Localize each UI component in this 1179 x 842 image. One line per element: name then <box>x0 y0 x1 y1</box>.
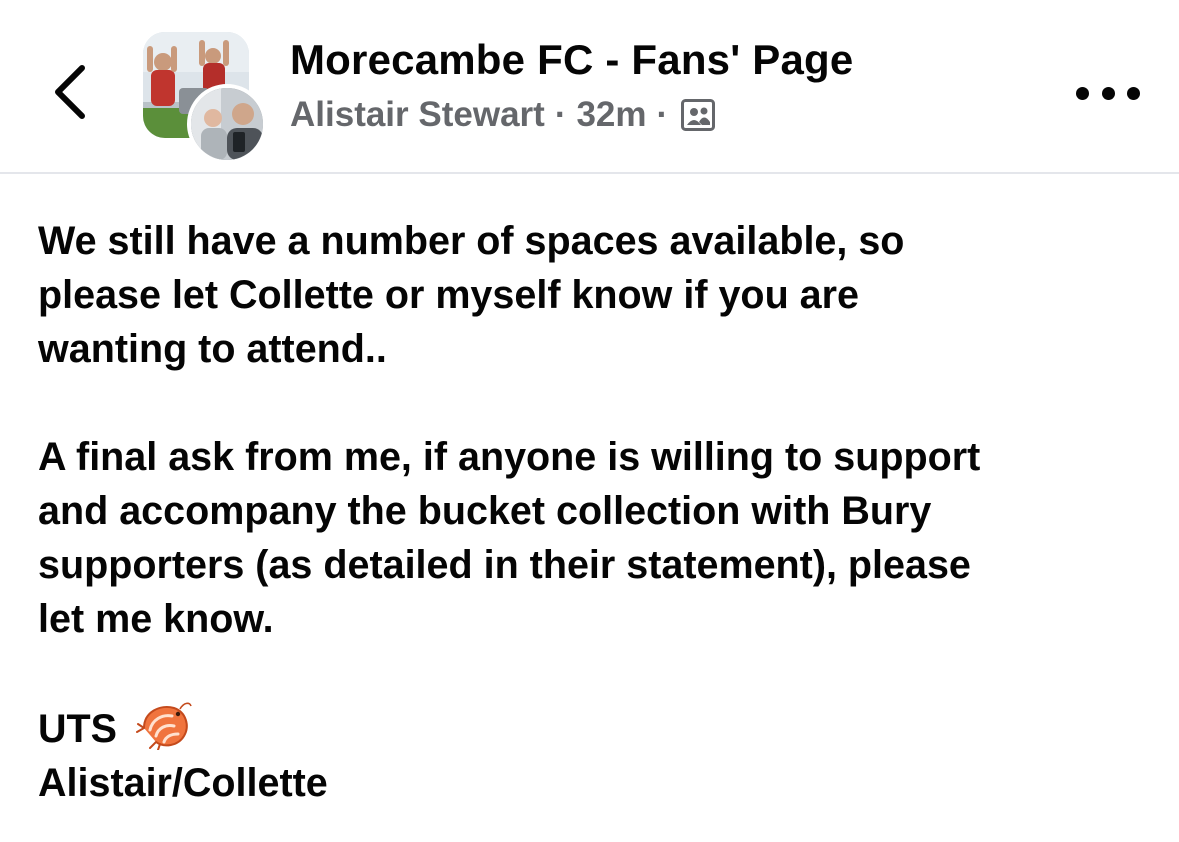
group-members-icon <box>681 99 716 131</box>
text-line: and accompany the bucket collection with… <box>38 489 932 533</box>
author-avatar[interactable] <box>187 84 267 164</box>
post-timestamp[interactable]: 32m <box>576 95 646 135</box>
signoff-line: UTS <box>38 700 1158 756</box>
post-paragraph: We still have a number of spaces availab… <box>38 214 1158 376</box>
more-options-button[interactable] <box>1076 78 1140 108</box>
text-line: please let Collette or myself know if yo… <box>38 273 859 317</box>
text-line: supporters (as detailed in their stateme… <box>38 543 971 587</box>
more-horizontal-icon <box>1076 86 1089 100</box>
text-line: let me know. <box>38 597 274 641</box>
text-line: A final ask from me, if anyone is willin… <box>38 435 981 479</box>
back-button[interactable] <box>44 56 98 128</box>
post-header: Morecambe FC - Fans' Page Alistair Stewa… <box>0 0 1179 172</box>
avatar-stack[interactable] <box>143 32 267 164</box>
author-name[interactable]: Alistair Stewart <box>290 95 545 135</box>
text-line: We still have a number of spaces availab… <box>38 219 905 263</box>
meta-separator: · <box>656 95 669 134</box>
signoff-text: UTS <box>38 707 117 751</box>
post-meta: Alistair Stewart · 32m · <box>290 92 716 138</box>
shrimp-emoji-icon <box>135 702 192 750</box>
text-line: wanting to attend.. <box>38 327 387 371</box>
post-body: We still have a number of spaces availab… <box>38 214 1158 810</box>
header-divider <box>0 172 1179 174</box>
group-name[interactable]: Morecambe FC - Fans' Page <box>290 36 853 84</box>
signature: Alistair/Collette <box>38 761 328 805</box>
post-paragraph: A final ask from me, if anyone is willin… <box>38 430 1158 646</box>
post-signoff: UTS Alistair/Collette <box>38 700 1158 810</box>
meta-separator: · <box>554 95 567 134</box>
chevron-left-icon <box>55 65 85 119</box>
